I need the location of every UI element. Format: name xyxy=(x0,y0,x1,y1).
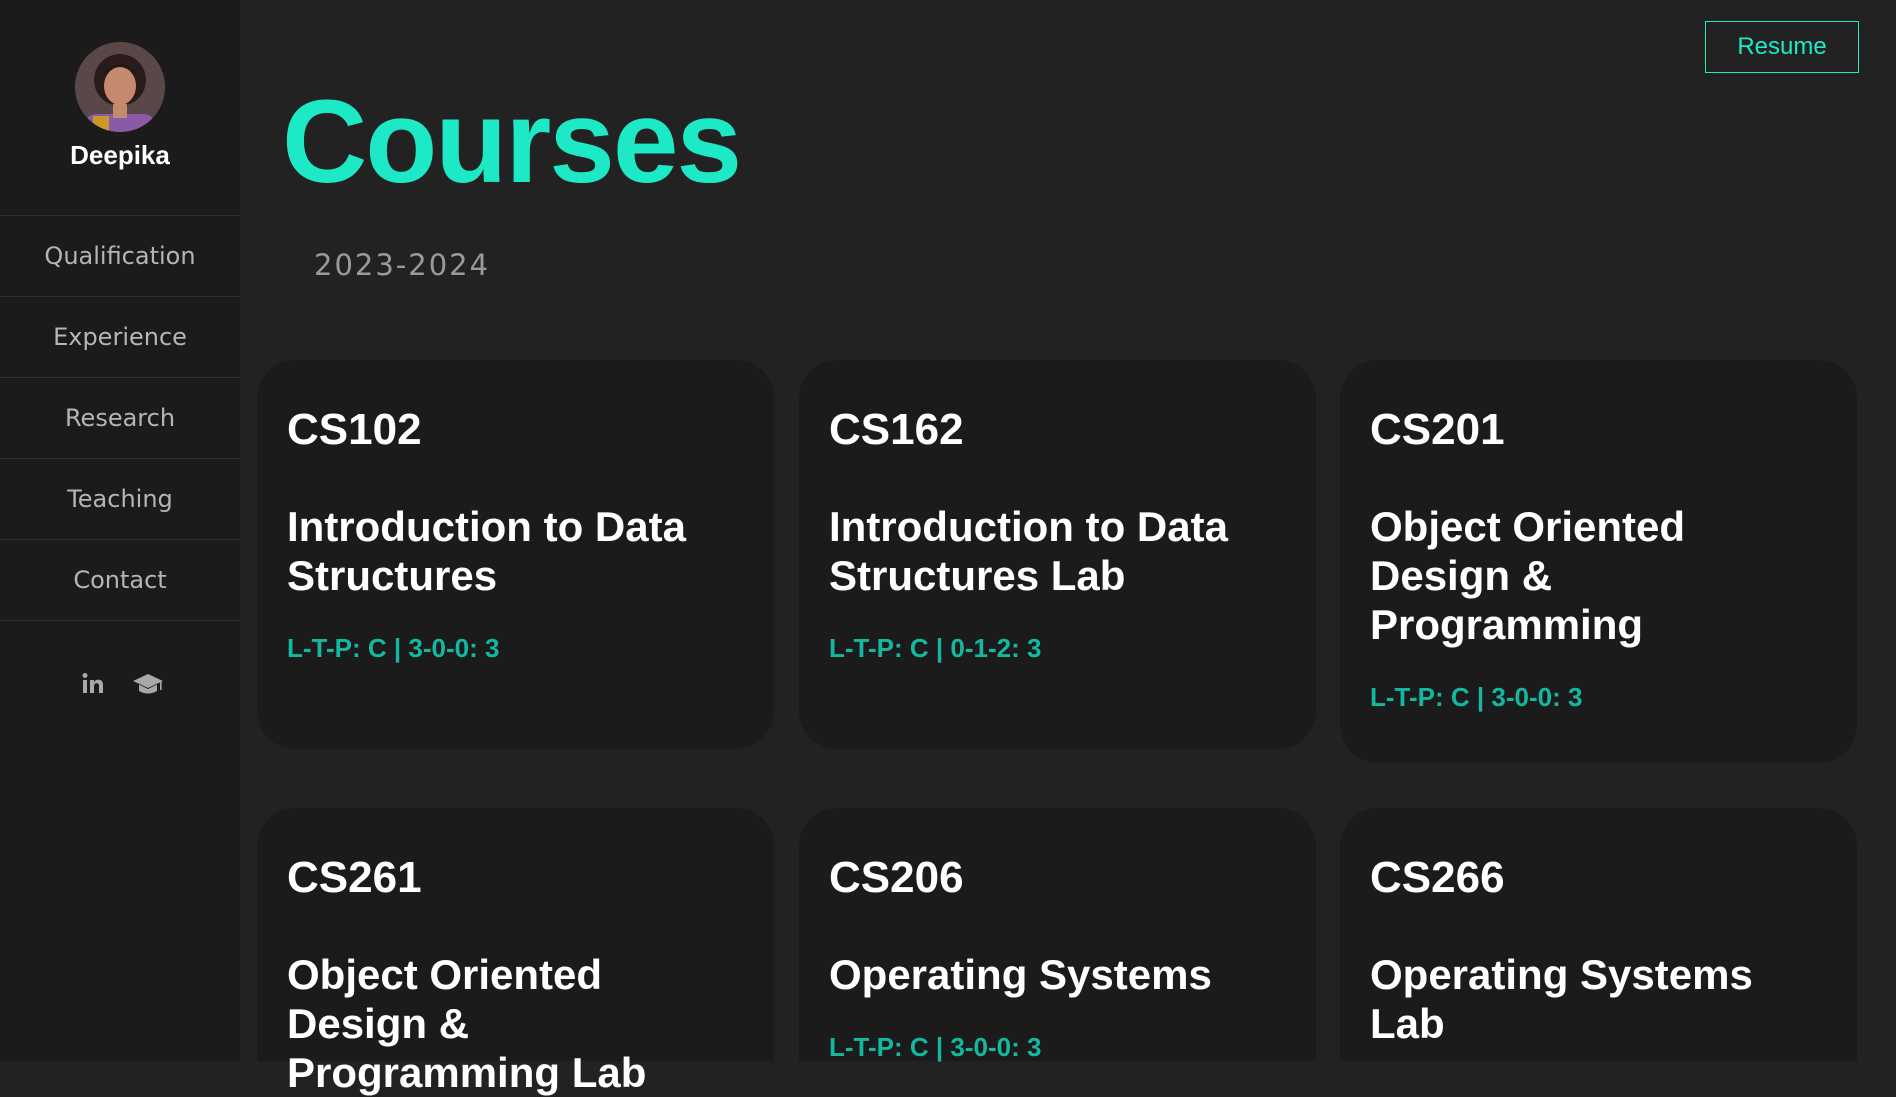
academic-year: 2023-2024 xyxy=(314,248,491,282)
course-ltp: L-T-P: C | 0-1-2: 3 xyxy=(829,633,1042,663)
course-name: Operating Systems Lab xyxy=(1370,951,1753,1047)
course-card: CS266 Operating Systems Lab xyxy=(1340,808,1857,1061)
course-card: CS201 Object Oriented Design & Programmi… xyxy=(1340,360,1857,763)
sidebar-item-teaching[interactable]: Teaching xyxy=(0,459,240,540)
course-ltp: L-T-P: C | 3-0-0: 3 xyxy=(829,1032,1042,1062)
course-name: Operating Systems xyxy=(829,951,1212,998)
course-name: Introduction to Data Structures xyxy=(287,503,686,599)
sidebar-item-contact[interactable]: Contact xyxy=(0,540,240,621)
course-ltp: L-T-P: C | 3-0-0: 3 xyxy=(1370,682,1583,712)
course-code: CS162 xyxy=(829,405,964,454)
profile-name: Deepika xyxy=(70,140,170,170)
resume-button[interactable]: Resume xyxy=(1705,21,1859,73)
page-title: Courses xyxy=(282,76,742,208)
avatar xyxy=(75,42,165,132)
course-code: CS206 xyxy=(829,853,964,902)
linkedin-icon[interactable] xyxy=(76,668,108,700)
course-ltp: L-T-P: C | 3-0-0: 3 xyxy=(287,633,500,663)
course-name: Object Oriented Design & Programming xyxy=(1370,503,1686,648)
course-card: CS261 Object Oriented Design & Programmi… xyxy=(257,808,774,1096)
course-code: CS266 xyxy=(1370,853,1505,902)
profile-section: Deepika xyxy=(0,0,240,216)
course-name: Object Oriented Design & Programming Lab xyxy=(287,951,647,1096)
sidebar-item-experience[interactable]: Experience xyxy=(0,297,240,378)
course-card: CS162 Introduction to Data Structures La… xyxy=(799,360,1316,749)
sidebar: Deepika Qualification Experience Researc… xyxy=(0,0,240,1061)
course-code: CS201 xyxy=(1370,405,1505,454)
sidebar-nav: Qualification Experience Research Teachi… xyxy=(0,216,240,621)
course-name: Introduction to Data Structures Lab xyxy=(829,503,1228,599)
course-card: CS206 Operating Systems L-T-P: C | 3-0-0… xyxy=(799,808,1316,1062)
graduation-cap-icon[interactable] xyxy=(132,668,164,700)
course-card: CS102 Introduction to Data Structures L-… xyxy=(257,360,774,749)
sidebar-item-qualification[interactable]: Qualification xyxy=(0,216,240,297)
sidebar-item-research[interactable]: Research xyxy=(0,378,240,459)
course-code: CS102 xyxy=(287,405,422,454)
social-links xyxy=(0,668,240,700)
course-code: CS261 xyxy=(287,853,422,902)
